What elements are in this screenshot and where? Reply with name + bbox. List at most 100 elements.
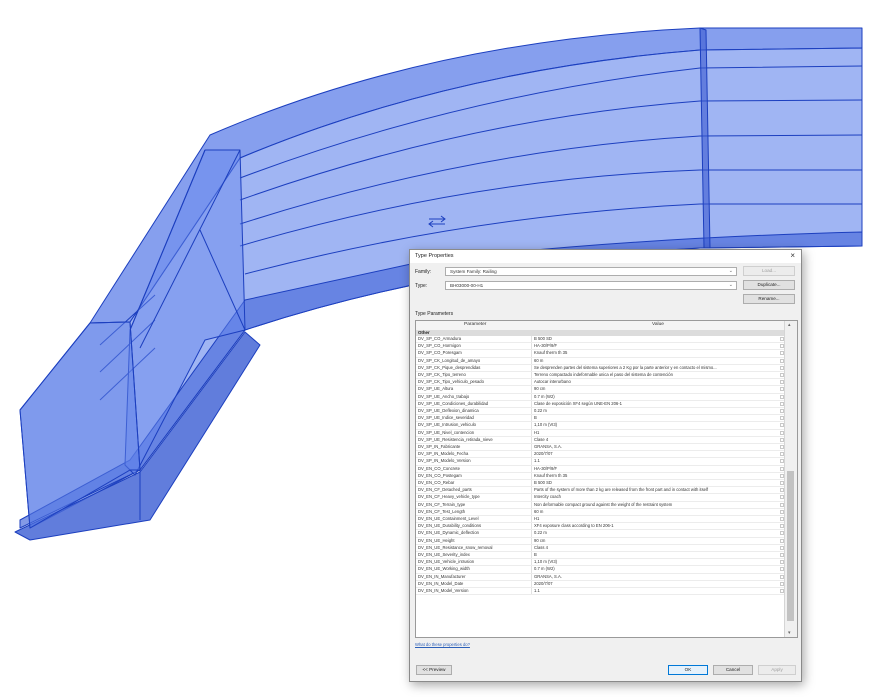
parameter-value-cell[interactable]: Terreno compactado indeformable unica el…: [534, 372, 779, 378]
type-properties-dialog[interactable]: Type Properties × Family: System Family:…: [409, 249, 802, 682]
help-link[interactable]: What do these properties do?: [415, 642, 470, 647]
parameter-value-cell[interactable]: HA-30/P/9/F: [534, 466, 779, 472]
scroll-down-icon[interactable]: ▾: [788, 630, 791, 636]
table-row[interactable]: DV_SP_CK_Longitud_de_amayo 60 m: [416, 357, 784, 365]
table-row[interactable]: DV_SP_IN_Modelo_Version 1.1: [416, 458, 784, 466]
parameter-value-cell[interactable]: XF4 exposure class according to EN 206-1: [534, 523, 779, 529]
table-row[interactable]: DV_EN_UE_Resistance_snow_removal Class 4: [416, 544, 784, 552]
parameter-value-cell[interactable]: Intercity coach: [534, 494, 779, 500]
apply-button[interactable]: Apply: [758, 665, 796, 675]
family-value: System Family: Railing: [450, 269, 497, 274]
table-row[interactable]: DV_EN_CO_Concrete HA-30/P/9/F: [416, 465, 784, 473]
table-row[interactable]: DV_SP_CK_Tipo_vehiculo_pesado Autocar int…: [416, 379, 784, 387]
dialog-titlebar[interactable]: Type Properties ×: [410, 250, 801, 263]
parameters-table[interactable]: Parameter Value Other DV_SP_CO_Armadura B…: [415, 320, 798, 638]
table-row[interactable]: DV_SP_UE_Altura 90 cm: [416, 386, 784, 394]
table-row[interactable]: DV_SP_UE_Ancho_trabajo 0.7 m (W2): [416, 393, 784, 401]
parameter-value-cell[interactable]: 2020/7/07: [534, 451, 779, 457]
parameter-name-cell: DV_EN_CF_Test_Length: [418, 508, 532, 515]
parameter-value-cell[interactable]: Knauf therm th 35: [534, 473, 779, 479]
parameter-value-cell[interactable]: 1,10 m (VI3): [534, 559, 779, 565]
parameter-value-cell[interactable]: 90 cm: [534, 386, 779, 392]
parameter-name-cell: DV_EN_CF_Heavy_vehicle_type: [418, 494, 532, 501]
table-row[interactable]: DV_SP_UE_Deflexion_dinamica 0.22 m: [416, 408, 784, 416]
table-row[interactable]: DV_EN_CO_Postegam Knauf therm th 35: [416, 472, 784, 480]
parameter-value-cell[interactable]: 60 m: [534, 509, 779, 515]
parameter-value-cell[interactable]: 2020/7/07: [534, 581, 779, 587]
type-label: Type:: [415, 283, 428, 289]
rename-button[interactable]: Rename...: [743, 294, 795, 304]
parameter-value-cell[interactable]: 0.22 m: [534, 408, 779, 414]
parameter-value-cell[interactable]: 1.1: [534, 458, 779, 464]
family-label: Family:: [415, 269, 432, 275]
table-row[interactable]: DV_EN_CF_Terrain_type Non deformable comp…: [416, 501, 784, 509]
table-row[interactable]: DV_SP_CK_Tipo_terreno Terreno compactado …: [416, 372, 784, 380]
parameter-value-cell[interactable]: Knauf therm th 35: [534, 350, 779, 356]
parameter-value-cell[interactable]: 90 cm: [534, 538, 779, 544]
value-column-header[interactable]: Value: [652, 322, 664, 327]
parameter-value-cell[interactable]: Se desprenden partes del sistema superio…: [534, 365, 779, 371]
parameter-value-cell[interactable]: B: [534, 415, 779, 421]
table-row[interactable]: DV_SP_CO_Hormigon HA-30/P/9/F: [416, 343, 784, 351]
chevron-down-icon: ⌄: [728, 268, 733, 274]
table-row[interactable]: DV_SP_CO_Armadura B 500 SD: [416, 336, 784, 344]
table-row[interactable]: DV_EN_UE_Vehicle_intrusion 1,10 m (VI3): [416, 559, 784, 567]
table-row[interactable]: DV_EN_IN_Model_Date 2020/7/07: [416, 580, 784, 588]
scroll-up-icon[interactable]: ▴: [788, 322, 791, 328]
parameter-value-cell[interactable]: 60 m: [534, 358, 779, 364]
parameter-value-cell[interactable]: GRANSA, S.A.: [534, 574, 779, 580]
parameter-value-cell[interactable]: Parts of the system of more than 2 kg ar…: [534, 487, 779, 493]
family-dropdown[interactable]: System Family: Railing ⌄: [445, 267, 737, 276]
table-row[interactable]: DV_EN_CO_Rebar B 500 SD: [416, 480, 784, 488]
parameter-value-cell[interactable]: H1: [534, 430, 779, 436]
table-row[interactable]: DV_EN_UE_Dynamic_deflection 0.22 m: [416, 530, 784, 538]
parameter-name-cell: DV_EN_CO_Concrete: [418, 465, 532, 472]
table-row[interactable]: DV_SP_UE_Resistencia_retirada_nieve Clase…: [416, 436, 784, 444]
load-button[interactable]: Load...: [743, 266, 795, 276]
parameter-value-cell[interactable]: B 500 SD: [534, 480, 779, 486]
parameter-name-cell: DV_SP_UE_Altura: [418, 386, 532, 393]
parameter-value-cell[interactable]: Non deformable compact ground against th…: [534, 502, 779, 508]
parameter-value-cell[interactable]: 0.7 m (W2): [534, 394, 779, 400]
parameter-value-cell[interactable]: HA-30/P/9/F: [534, 343, 779, 349]
parameter-value-cell[interactable]: GRANSA, S.A.: [534, 444, 779, 450]
preview-button[interactable]: << Preview: [416, 665, 452, 675]
table-row[interactable]: DV_SP_IN_Modelo_Fecha 2020/7/07: [416, 451, 784, 459]
table-row[interactable]: DV_EN_CF_Test_Length 60 m: [416, 508, 784, 516]
parameter-value-cell[interactable]: Class 4: [534, 545, 779, 551]
table-row[interactable]: DV_SP_UE_Nivel_contencion H1: [416, 429, 784, 437]
parameter-value-cell[interactable]: Clase 4: [534, 437, 779, 443]
table-row[interactable]: DV_SP_UE_Indice_severidad B: [416, 415, 784, 423]
duplicate-button[interactable]: Duplicate...: [743, 280, 795, 290]
table-row[interactable]: DV_SP_UE_Condiciones_durabilidad Clase de…: [416, 400, 784, 408]
scrollbar-thumb[interactable]: [787, 471, 794, 621]
table-row[interactable]: DV_EN_UE_Durability_conditions XF4 exposu…: [416, 523, 784, 531]
table-row[interactable]: DV_EN_CF_Heavy_vehicle_type Intercity coa…: [416, 494, 784, 502]
vertical-scrollbar[interactable]: ▴ ▾: [784, 321, 797, 637]
parameter-value-cell[interactable]: Autocar interurbano: [534, 379, 779, 385]
table-row[interactable]: DV_EN_UE_Height 90 cm: [416, 537, 784, 545]
parameter-column-header[interactable]: Parameter: [464, 322, 486, 327]
parameter-value-cell[interactable]: H1: [534, 516, 779, 522]
parameter-value-cell[interactable]: 0.22 m: [534, 530, 779, 536]
parameter-value-cell[interactable]: 0.7 m (W2): [534, 566, 779, 572]
table-row[interactable]: DV_SP_UE_Intrusion_vehiculo 1,10 m (VI3): [416, 422, 784, 430]
parameter-value-cell[interactable]: B: [534, 552, 779, 558]
table-row[interactable]: DV_SP_CK_Pique_desprendidas Se desprenden…: [416, 364, 784, 372]
table-row[interactable]: DV_EN_UE_Severity_index B: [416, 552, 784, 560]
parameter-value-cell[interactable]: 1,10 m (VI3): [534, 422, 779, 428]
type-dropdown[interactable]: BH03000-00-H1 ⌄: [445, 281, 737, 290]
table-row[interactable]: DV_SP_CO_Poresgam Knauf therm th 35: [416, 350, 784, 358]
table-row[interactable]: DV_EN_IN_Model_Version 1.1: [416, 588, 784, 596]
ok-button[interactable]: OK: [668, 665, 708, 675]
table-row[interactable]: DV_SP_IN_Fabricante GRANSA, S.A.: [416, 444, 784, 452]
table-row[interactable]: DV_EN_IN_Manufacturer GRANSA, S.A.: [416, 573, 784, 581]
close-icon[interactable]: ×: [790, 251, 795, 260]
table-row[interactable]: DV_EN_CF_Detached_parts Parts of the syst…: [416, 487, 784, 495]
table-row[interactable]: DV_EN_UE_Working_width 0.7 m (W2): [416, 566, 784, 574]
parameter-value-cell[interactable]: 1.1: [534, 588, 779, 594]
parameter-value-cell[interactable]: Clase de exposición XF4 según UNE-EN 206…: [534, 401, 779, 407]
table-row[interactable]: DV_EN_UE_Containment_Level H1: [416, 516, 784, 524]
cancel-button[interactable]: Cancel: [713, 665, 753, 675]
parameter-value-cell[interactable]: B 500 SD: [534, 336, 779, 342]
